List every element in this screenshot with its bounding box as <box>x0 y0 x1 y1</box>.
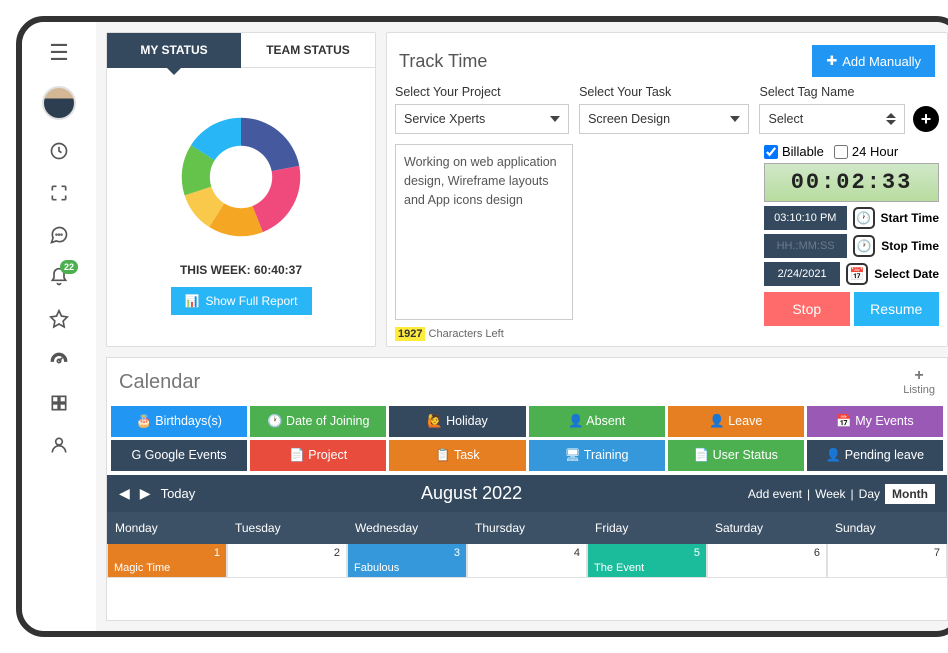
billable-checkbox[interactable]: Billable <box>764 144 824 159</box>
timer-display: 00:02:33 <box>764 163 939 202</box>
tab-team-status[interactable]: TEAM STATUS <box>241 33 375 68</box>
month-view-button[interactable]: Month <box>885 484 935 504</box>
calendar-tag[interactable]: 📄 User Status <box>668 440 804 471</box>
weekday-label: Monday <box>107 512 227 544</box>
today-button[interactable]: Today <box>161 486 196 501</box>
status-tabs: MY STATUS TEAM STATUS <box>107 33 375 68</box>
day-view-button[interactable]: Day <box>859 487 880 501</box>
track-time-card: Track Time ✚Add Manually Select Your Pro… <box>386 32 948 347</box>
dashboard-icon[interactable] <box>48 350 70 372</box>
calendar-tag[interactable]: 👤 Absent <box>529 406 665 437</box>
project-select[interactable]: Service Xperts <box>395 104 569 134</box>
tag-label: Select Tag Name <box>759 85 939 99</box>
donut-chart <box>163 99 319 255</box>
description-input[interactable] <box>395 144 573 320</box>
task-label: Select Your Task <box>579 85 749 99</box>
main-content: MY STATUS TEAM STATUS THIS WEEK: 60:40:3… <box>96 22 948 631</box>
weekday-label: Friday <box>587 512 707 544</box>
weekday-label: Saturday <box>707 512 827 544</box>
clock-icon[interactable] <box>48 140 70 162</box>
clock-icon: 🕐 <box>853 235 875 257</box>
notification-badge: 22 <box>60 260 78 274</box>
calendar-title: Calendar <box>119 371 200 394</box>
grid-icon[interactable] <box>48 392 70 414</box>
resume-button[interactable]: Resume <box>854 292 940 326</box>
calendar-cell[interactable]: 5The Event <box>587 544 707 578</box>
date-label: Select Date <box>874 267 939 281</box>
chart-icon: 📊 <box>185 294 200 308</box>
chars-left: 1927 Characters Left <box>395 328 754 340</box>
plus-icon: ✚ <box>826 53 837 69</box>
calendar-nav: ◀ ▶ Today August 2022 Add event | Week |… <box>107 475 947 512</box>
weekday-label: Thursday <box>467 512 587 544</box>
calendar-tag[interactable]: 🙋 Holiday <box>389 406 525 437</box>
star-icon[interactable] <box>48 308 70 330</box>
calendar-cell[interactable]: 3Fabulous <box>347 544 467 578</box>
weekday-header: MondayTuesdayWednesdayThursdayFridaySatu… <box>107 512 947 544</box>
show-full-report-button[interactable]: 📊Show Full Report <box>171 287 312 315</box>
clock-icon: 🕐 <box>853 207 875 229</box>
calendar-tag[interactable]: 🕐 Date of Joining <box>250 406 386 437</box>
add-manually-button[interactable]: ✚Add Manually <box>812 45 935 77</box>
calendar-tag[interactable]: 📄 Project <box>250 440 386 471</box>
tag-select[interactable]: Select <box>759 104 905 134</box>
add-event-button[interactable]: Add event <box>748 487 802 501</box>
calendar-cell[interactable]: 6 <box>707 544 827 578</box>
calendar-tag[interactable]: 📅 My Events <box>807 406 943 437</box>
user-icon[interactable] <box>48 434 70 456</box>
calendar-cell[interactable]: 2 <box>227 544 347 578</box>
plus-icon: + <box>903 368 935 384</box>
calendar-tag[interactable]: 🖥 Training <box>529 440 665 471</box>
calendar-tags-row1: 🎂 Birthdays(s)🕐 Date of Joining🙋 Holiday… <box>107 406 947 437</box>
avatar[interactable] <box>42 86 76 120</box>
calendar-week-row: 1Magic Time23Fabulous45The Event67 <box>107 544 947 578</box>
stop-time-label: Stop Time <box>881 239 939 253</box>
stop-button[interactable]: Stop <box>764 292 850 326</box>
this-week-text: THIS WEEK: 60:40:37 <box>180 263 302 277</box>
sidebar: ☰ 22 <box>22 22 96 631</box>
bell-icon[interactable]: 22 <box>48 266 70 288</box>
chat-icon[interactable] <box>48 224 70 246</box>
weekday-label: Sunday <box>827 512 947 544</box>
calendar-tag[interactable]: 👤 Leave <box>668 406 804 437</box>
week-view-button[interactable]: Week <box>815 487 845 501</box>
calendar-tags-row2: G Google Events📄 Project📋 Task🖥 Training… <box>107 440 947 471</box>
calendar-cell[interactable]: 4 <box>467 544 587 578</box>
task-select[interactable]: Screen Design <box>579 104 749 134</box>
status-card: MY STATUS TEAM STATUS THIS WEEK: 60:40:3… <box>106 32 376 347</box>
weekday-label: Wednesday <box>347 512 467 544</box>
date-value[interactable]: 2/24/2021 <box>764 262 840 286</box>
tab-my-status[interactable]: MY STATUS <box>107 33 241 68</box>
next-month-button[interactable]: ▶ <box>140 485 151 502</box>
menu-icon[interactable]: ☰ <box>49 40 69 66</box>
calendar-tag[interactable]: 🎂 Birthdays(s) <box>111 406 247 437</box>
start-time-label: Start Time <box>881 211 939 225</box>
calendar-tag[interactable]: 👤 Pending leave <box>807 440 943 471</box>
weekday-label: Tuesday <box>227 512 347 544</box>
calendar-card: Calendar +Listing 🎂 Birthdays(s)🕐 Date o… <box>106 357 948 621</box>
calendar-icon: 📅 <box>846 263 868 285</box>
project-label: Select Your Project <box>395 85 569 99</box>
track-title: Track Time <box>399 51 487 72</box>
calendar-tag[interactable]: 📋 Task <box>389 440 525 471</box>
stop-time-value[interactable]: HH.:MM:SS <box>764 234 847 258</box>
calendar-month-year: August 2022 <box>195 483 748 504</box>
calendar-cell[interactable]: 1Magic Time <box>107 544 227 578</box>
listing-button[interactable]: +Listing <box>903 368 935 396</box>
start-time-value[interactable]: 03:10:10 PM <box>764 206 847 230</box>
calendar-tag[interactable]: G Google Events <box>111 440 247 471</box>
24hour-checkbox[interactable]: 24 Hour <box>834 144 898 159</box>
add-tag-button[interactable]: + <box>913 106 939 132</box>
expand-icon[interactable] <box>48 182 70 204</box>
prev-month-button[interactable]: ◀ <box>119 485 130 502</box>
calendar-cell[interactable]: 7 <box>827 544 947 578</box>
